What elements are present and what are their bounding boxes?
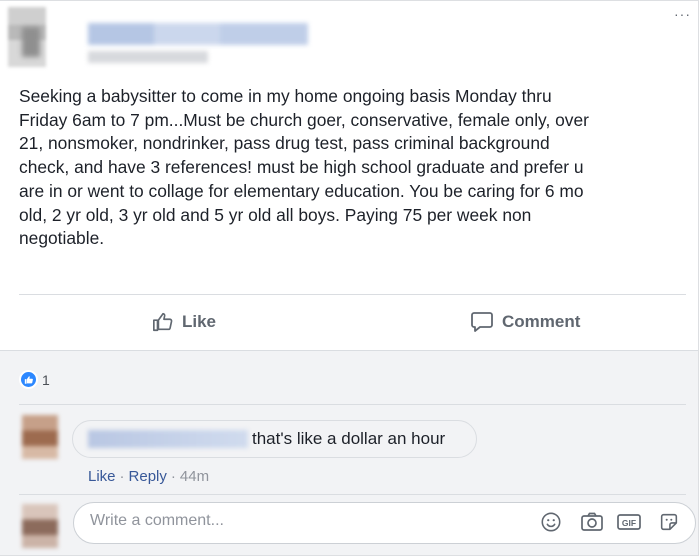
separator-dot: · [119,468,125,485]
comment-reply-link[interactable]: Reply [129,468,167,485]
reaction-count: 1 [42,371,50,388]
comment-timestamp[interactable]: 44m [180,468,209,485]
current-user-avatar [22,504,58,548]
gif-icon[interactable]: GIF [616,511,641,535]
author-avatar[interactable] [8,7,46,67]
comment-label: Comment [502,312,581,331]
like-label: Like [182,312,217,331]
emoji-icon[interactable] [540,511,564,535]
divider [19,494,686,495]
divider [19,404,686,405]
comment-actions: Like · Reply · 44m [88,468,209,485]
more-options-icon[interactable]: ··· [674,7,692,21]
thumbs-up-icon [152,311,174,333]
divider [19,294,686,295]
separator-dot: · [170,468,176,485]
comment-like-link[interactable]: Like [88,468,116,485]
author-name-redacted[interactable] [88,23,308,45]
comment-button[interactable]: Comment [470,305,580,339]
post-card: ··· Seeking a babysitter to come in my h… [0,0,699,556]
speech-bubble-icon [470,311,494,333]
svg-text:GIF: GIF [622,518,636,528]
sticker-icon[interactable] [658,511,682,535]
like-button[interactable]: Like [152,305,216,339]
comment-input[interactable] [90,512,490,530]
reaction-summary[interactable]: 1 [19,370,50,389]
commenter-name-redacted[interactable] [88,430,248,448]
post-text: Seeking a babysitter to come in my home … [19,86,589,249]
commenter-avatar[interactable] [22,415,58,459]
comment-text: that's like a dollar an hour [252,429,446,448]
camera-icon[interactable] [580,511,604,535]
like-reaction-icon [19,370,38,389]
post-meta-redacted [88,51,208,63]
